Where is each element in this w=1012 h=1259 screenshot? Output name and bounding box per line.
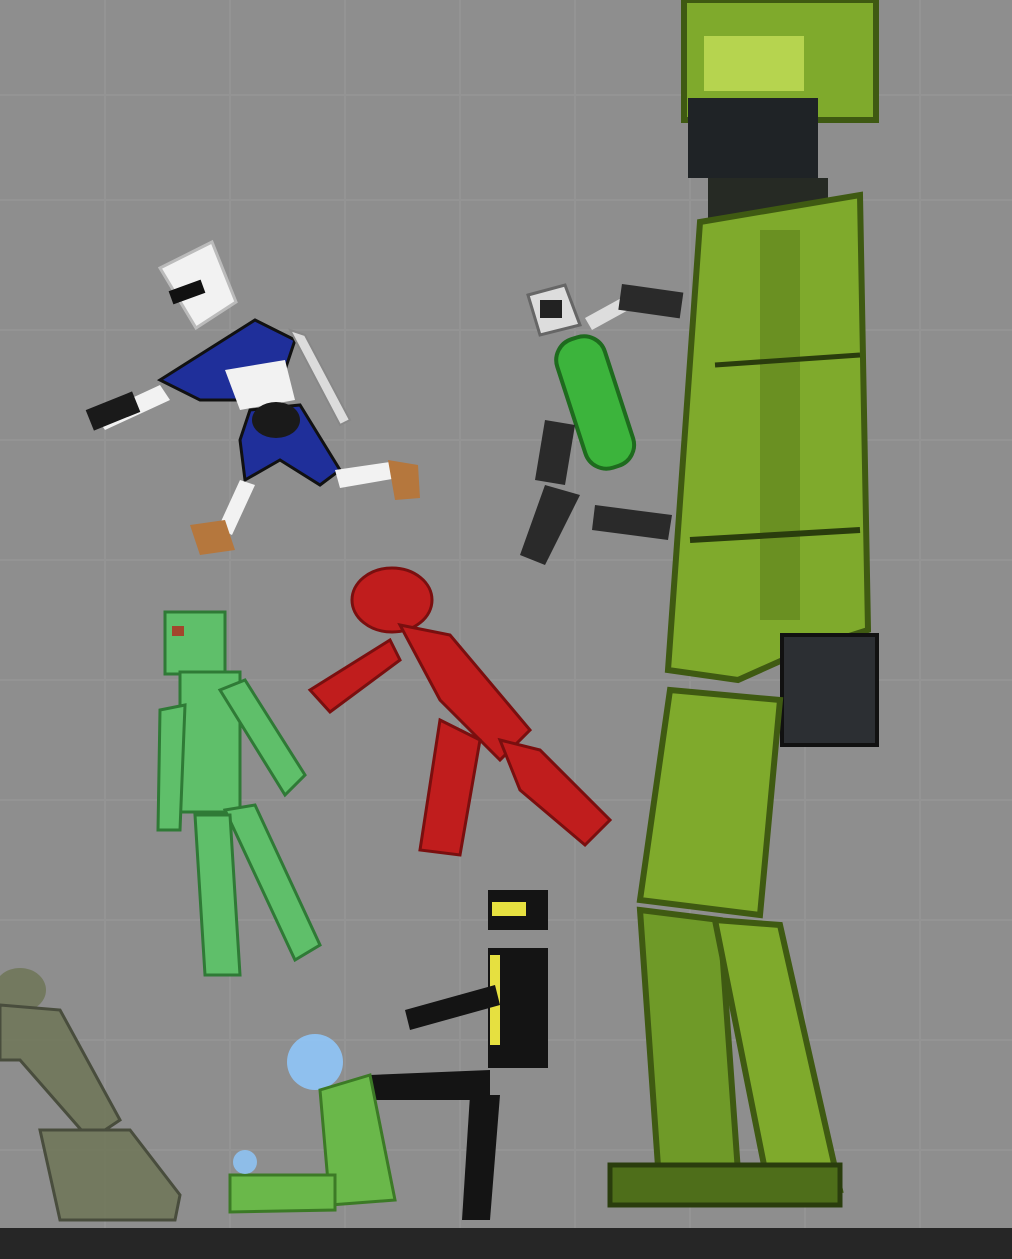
- soldier-torso-shading: [760, 230, 800, 620]
- suit-ragdoll-visor: [492, 902, 526, 916]
- zombie-arm-back: [156, 703, 187, 832]
- soldier-foot: [607, 1162, 843, 1208]
- tank-ragdoll-leg-back: [520, 485, 580, 565]
- green-tank-ragdoll[interactable]: [520, 283, 684, 565]
- sitting-ragdoll-leg: [228, 1173, 337, 1214]
- ninja-foot-right: [388, 460, 420, 500]
- tank-ragdoll-leg-front: [592, 505, 672, 540]
- soldier-hand: [780, 633, 879, 747]
- olive-ragdoll-leg: [38, 1128, 182, 1222]
- red-ragdoll-leg-back: [418, 717, 482, 857]
- red-ragdoll-leg-front: [497, 737, 613, 848]
- ground-floor: [0, 1228, 1012, 1259]
- ninja-hip: [252, 402, 300, 438]
- zombie-eye: [172, 626, 184, 636]
- red-ragdoll-head: [350, 566, 434, 634]
- tank-ragdoll-visor: [540, 300, 562, 318]
- zombie-head: [163, 610, 227, 676]
- tank-ragdoll-thigh: [535, 420, 575, 485]
- zombie-leg-front: [222, 803, 322, 963]
- game-scene[interactable]: [0, 0, 1012, 1259]
- blue-white-ninja[interactable]: [85, 239, 420, 555]
- sandbox-view: [0, 0, 1012, 1228]
- olive-ragdoll-torso: [0, 1003, 122, 1142]
- sitting-ragdoll-hand: [233, 1150, 257, 1174]
- zombie-leg-back: [193, 813, 242, 977]
- suit-ragdoll-leg-stand: [462, 1095, 500, 1220]
- tank-ragdoll-hand: [618, 283, 684, 319]
- red-ragdoll-arm: [307, 637, 402, 715]
- soldier-helmet-highlight: [704, 36, 804, 91]
- faded-olive-ragdoll[interactable]: [0, 968, 182, 1222]
- soldier-thigh: [636, 686, 784, 919]
- suit-ragdoll-arm: [405, 985, 500, 1030]
- sitting-green-ragdoll[interactable]: [228, 1034, 397, 1214]
- soldier-visor: [688, 98, 818, 178]
- sitting-ragdoll-head: [287, 1034, 343, 1090]
- giant-green-soldier[interactable]: [607, 0, 879, 1208]
